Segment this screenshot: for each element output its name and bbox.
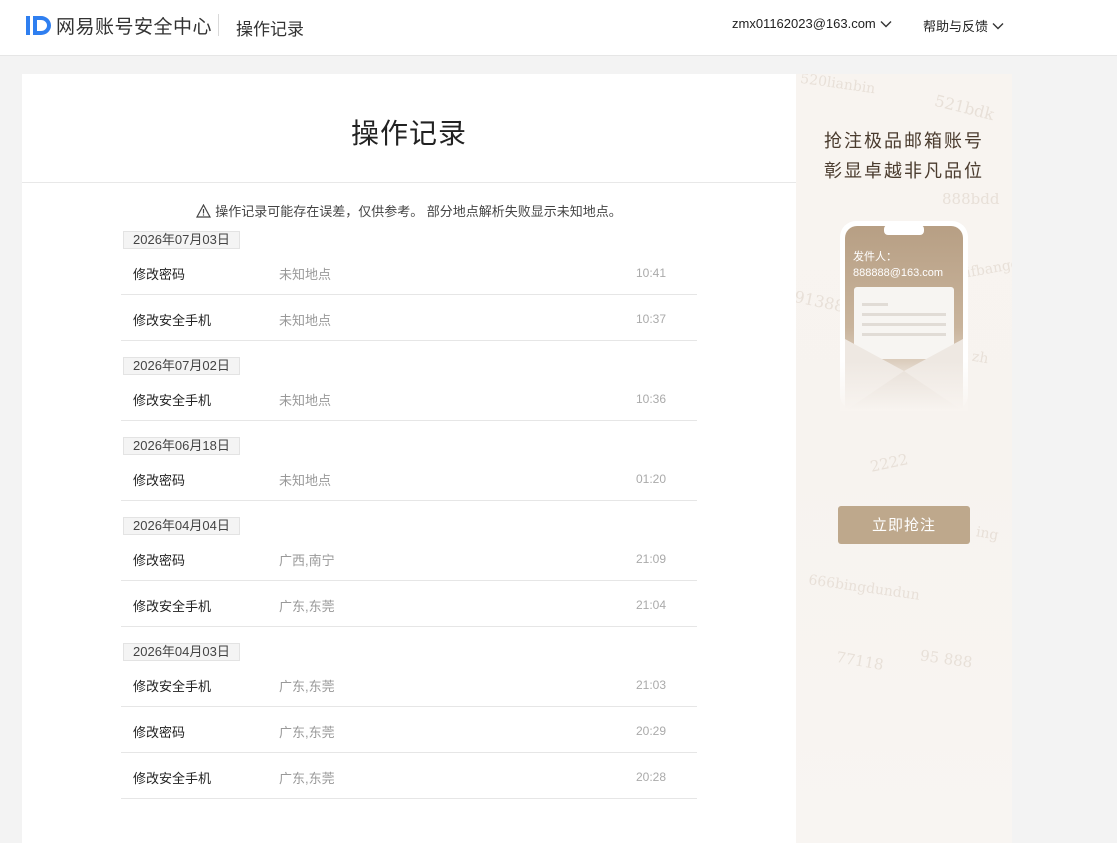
table-row: 修改安全手机 广东,东莞 20:28 xyxy=(121,753,697,799)
chevron-down-icon xyxy=(880,20,892,27)
table-row: 修改密码 广西,南宁 21:09 xyxy=(121,535,697,581)
table-row: 修改密码 广东,东莞 20:29 xyxy=(121,707,697,753)
date-label: 2026年07月02日 xyxy=(123,357,240,375)
table-row: 修改安全手机 未知地点 10:36 xyxy=(121,375,697,421)
records-list: 2026年07月03日 修改密码 未知地点 10:41 修改安全手机 未知地点 … xyxy=(121,231,697,799)
record-action: 修改密码 xyxy=(133,553,186,568)
date-group: 2026年04月04日 修改密码 广西,南宁 21:09 修改安全手机 广东,东… xyxy=(121,517,697,627)
help-feedback-menu[interactable]: 帮助与反馈 xyxy=(923,16,1004,35)
record-location: 广东,东莞 xyxy=(279,679,335,694)
record-time: 20:29 xyxy=(635,724,666,738)
date-group: 2026年04月03日 修改安全手机 广东,东莞 21:03 修改密码 广东,东… xyxy=(121,643,697,799)
page-subtitle: 操作记录 xyxy=(236,20,304,39)
record-location: 广东,东莞 xyxy=(279,771,335,786)
record-action: 修改安全手机 xyxy=(133,771,212,786)
record-action: 修改密码 xyxy=(133,725,186,740)
record-location: 未知地点 xyxy=(279,393,332,408)
record-location: 未知地点 xyxy=(279,313,332,328)
chevron-down-icon xyxy=(992,22,1004,29)
watermark-text: 77118 xyxy=(834,647,885,675)
register-now-button[interactable]: 立即抢注 xyxy=(838,506,970,544)
table-row: 修改安全手机 广东,东莞 21:04 xyxy=(121,581,697,627)
table-row: 修改安全手机 广东,东莞 21:03 xyxy=(121,661,697,707)
warning-icon xyxy=(196,203,212,218)
date-group: 2026年06月18日 修改密码 未知地点 01:20 xyxy=(121,437,697,501)
record-action: 修改安全手机 xyxy=(133,599,212,614)
table-row: 修改密码 未知地点 01:20 xyxy=(121,455,697,501)
record-location: 广东,东莞 xyxy=(279,725,335,740)
record-location: 未知地点 xyxy=(279,473,332,488)
record-location: 广西,南宁 xyxy=(279,553,335,568)
date-group: 2026年07月03日 修改密码 未知地点 10:41 修改安全手机 未知地点 … xyxy=(121,231,697,341)
ad-title-line-2: 彰显卓越非凡品位 xyxy=(824,161,984,182)
record-time: 21:09 xyxy=(635,552,666,566)
record-action: 修改密码 xyxy=(133,267,186,282)
record-time: 20:28 xyxy=(635,770,666,784)
record-action: 修改安全手机 xyxy=(133,393,212,408)
date-label: 2026年07月03日 xyxy=(123,231,240,249)
account-menu[interactable]: zmx01162023@163.com xyxy=(732,16,892,31)
sender-label: 发件人： xyxy=(853,251,897,263)
notice: 操作记录可能存在误差，仅供参考。 部分地点解析失败显示未知地点。 xyxy=(22,201,796,220)
watermark-text: 666bingdundun xyxy=(807,572,921,604)
record-time: 21:04 xyxy=(635,598,666,612)
table-row: 修改安全手机 未知地点 10:37 xyxy=(121,295,697,341)
watermark-text: ing xyxy=(974,524,1000,544)
ad-banner[interactable]: 520lianbin 521bdk 888bdd ifbangds 91388 … xyxy=(796,74,1012,843)
watermark-text: 2222 xyxy=(868,450,910,476)
table-row: 修改密码 未知地点 10:41 xyxy=(121,249,697,295)
date-label: 2026年06月18日 xyxy=(123,437,240,455)
ad-title-line-1: 抢注极品邮箱账号 xyxy=(824,131,984,152)
record-time: 10:41 xyxy=(635,266,666,280)
record-location: 广东,东莞 xyxy=(279,599,335,614)
page-title: 操作记录 xyxy=(350,118,467,149)
header-divider xyxy=(218,14,219,36)
top-bar: 网易账号安全中心 操作记录 zmx01162023@163.com 帮助与反馈 xyxy=(0,0,1117,56)
netease-id-logo-icon xyxy=(26,15,51,35)
record-action: 修改密码 xyxy=(133,473,186,488)
watermark-text: 521bdk xyxy=(932,90,997,125)
record-time: 21:03 xyxy=(635,678,666,692)
phone-illustration: 发件人： 888888@163.com xyxy=(840,221,968,411)
notice-text: 操作记录可能存在误差，仅供参考。 部分地点解析失败显示未知地点。 xyxy=(215,204,622,219)
logo[interactable]: 网易账号安全中心 xyxy=(26,12,212,38)
watermark-text: 95 888 xyxy=(919,646,974,672)
record-action: 修改安全手机 xyxy=(133,313,212,328)
date-label: 2026年04月03日 xyxy=(123,643,240,661)
watermark-text: 520lianbin xyxy=(799,74,877,98)
date-label: 2026年04月04日 xyxy=(123,517,240,535)
record-location: 未知地点 xyxy=(279,267,332,282)
date-group: 2026年07月02日 修改安全手机 未知地点 10:36 xyxy=(121,357,697,421)
ad-title: 抢注极品邮箱账号 彰显卓越非凡品位 xyxy=(796,127,1012,187)
sender-email: 888888@163.com xyxy=(853,267,944,279)
account-email: zmx01162023@163.com xyxy=(732,16,876,31)
watermark-text: 888bdd xyxy=(942,190,1000,208)
title-divider xyxy=(22,182,796,183)
record-time: 10:37 xyxy=(635,312,666,326)
logo-text: 网易账号安全中心 xyxy=(56,16,213,38)
watermark-text: zh xyxy=(970,348,990,368)
record-action: 修改安全手机 xyxy=(133,679,212,694)
record-time: 01:20 xyxy=(635,472,666,486)
records-card: 操作记录 操作记录可能存在误差，仅供参考。 部分地点解析失败显示未知地点。 20… xyxy=(22,74,796,843)
watermark-text: ifbangds xyxy=(965,254,1012,282)
record-time: 10:36 xyxy=(635,392,666,406)
help-feedback-label: 帮助与反馈 xyxy=(923,19,989,34)
watermark-text: 91388 xyxy=(796,286,847,317)
